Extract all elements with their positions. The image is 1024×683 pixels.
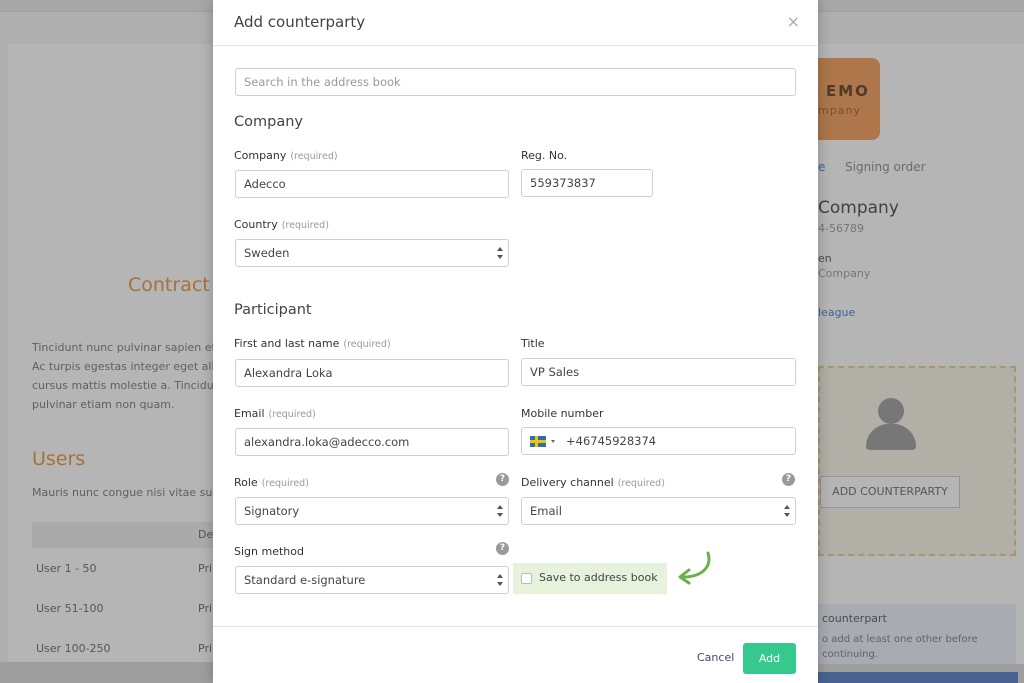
add-counterparty-modal: Add counterparty × Search in the address… [213,0,818,683]
delivery-help-icon[interactable]: ? [782,473,795,486]
email-input[interactable]: alexandra.loka@adecco.com [235,428,509,456]
required-hint: (required) [261,478,309,489]
email-label: Email (required) [234,407,316,420]
email-label-text: Email [234,407,265,420]
select-arrows-icon [497,574,503,586]
role-label: Role (required) [234,476,309,489]
cancel-button[interactable]: Cancel [697,651,734,664]
title-input[interactable]: VP Sales [521,358,796,386]
company-label-text: Company [234,149,287,162]
mobile-label: Mobile number [521,407,604,420]
curved-arrow-icon [678,551,711,585]
name-input[interactable]: Alexandra Loka [235,359,509,387]
required-hint: (required) [290,151,338,162]
add-button[interactable]: Add [743,643,796,674]
company-label: Company (required) [234,149,338,162]
role-label-text: Role [234,476,258,489]
delivery-channel-select[interactable]: Email [521,497,796,525]
select-arrows-icon [784,505,790,517]
title-label: Title [521,337,545,350]
country-label-text: Country [234,218,278,231]
mobile-input-value: +46745928374 [566,434,657,448]
participant-section-title: Participant [234,302,312,318]
modal-title: Add counterparty [234,13,366,31]
delivery-label-text: Delivery channel [521,476,614,489]
address-book-search-input[interactable]: Search in the address book [235,68,796,96]
delivery-select-value: Email [530,504,562,518]
role-help-icon[interactable]: ? [496,473,509,486]
save-to-address-book-label: Save to address book [539,571,658,584]
regno-label: Reg. No. [521,149,568,162]
required-hint: (required) [268,409,316,420]
country-select[interactable]: Sweden [235,239,509,267]
select-arrows-icon [497,505,503,517]
name-label-text: First and last name [234,337,340,350]
save-checkbox[interactable] [521,573,532,584]
country-label: Country (required) [234,218,329,231]
delivery-label: Delivery channel (required) [521,476,665,489]
close-icon[interactable]: × [787,12,800,31]
save-to-address-book-option[interactable]: Save to address book [513,563,667,594]
sign-method-label: Sign method [234,545,304,558]
role-select-value: Signatory [244,504,300,518]
regno-input[interactable]: 559373837 [521,169,653,197]
chevron-down-icon[interactable] [551,440,555,443]
sweden-flag-icon[interactable] [530,436,546,447]
country-select-value: Sweden [244,246,290,260]
company-section-title: Company [234,114,303,130]
modal-footer: Cancel Add [213,626,818,683]
sign-method-select[interactable]: Standard e-signature [235,566,509,594]
role-select[interactable]: Signatory [235,497,509,525]
required-hint: (required) [617,478,665,489]
required-hint: (required) [343,339,391,350]
name-label: First and last name (required) [234,337,391,350]
sign-method-help-icon[interactable]: ? [496,542,509,555]
mobile-input[interactable]: +46745928374 [521,427,796,455]
required-hint: (required) [281,220,329,231]
company-input[interactable]: Adecco [235,170,509,198]
modal-header: Add counterparty × [213,0,818,46]
select-arrows-icon [497,247,503,259]
sign-method-select-value: Standard e-signature [244,573,366,587]
